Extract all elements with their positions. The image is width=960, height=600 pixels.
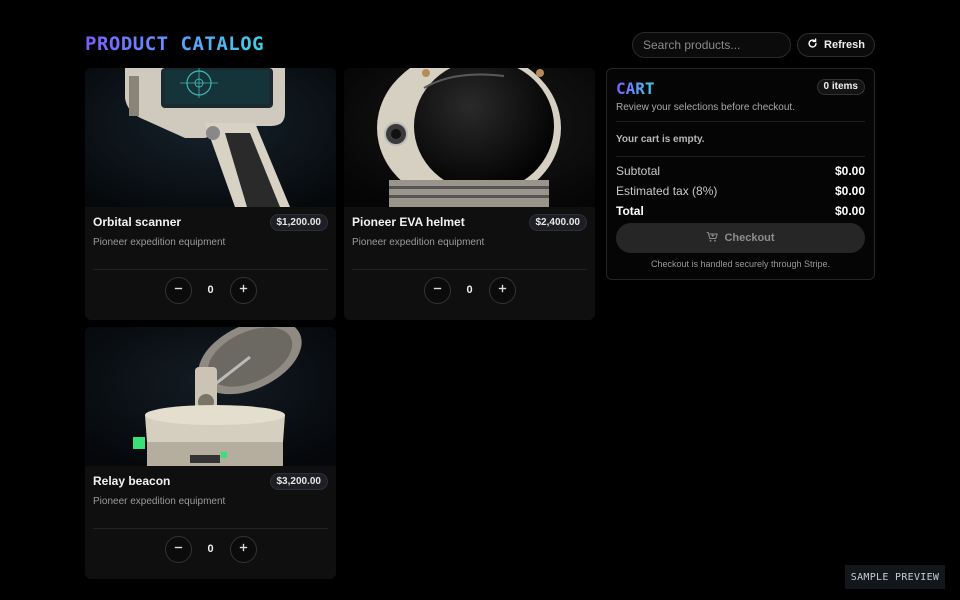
product-description: Pioneer expedition equipment	[352, 237, 485, 248]
product-name: Relay beacon	[93, 474, 171, 488]
total-label: Total	[616, 204, 644, 218]
product-image-relay-beacon	[85, 327, 336, 466]
product-card: Orbital scanner $1,200.00 Pioneer expedi…	[85, 68, 336, 320]
product-name: Pioneer EVA helmet	[352, 215, 465, 229]
price-badge: $1,200.00	[269, 214, 328, 231]
tax-value: $0.00	[834, 184, 865, 198]
search-input[interactable]	[632, 32, 791, 58]
quantity-value: 0	[207, 284, 214, 296]
quantity-stepper: 0	[85, 535, 336, 563]
divider	[93, 269, 328, 270]
plus-icon	[238, 281, 249, 299]
subtotal-row: Subtotal $0.00	[616, 164, 865, 178]
divider	[352, 269, 587, 270]
divider	[616, 121, 865, 122]
cart-items-badge: 0 items	[816, 79, 865, 95]
cart-panel: CART 0 items Review your selections befo…	[606, 68, 875, 280]
decrease-button[interactable]	[164, 276, 192, 304]
increase-button[interactable]	[229, 535, 257, 563]
checkout-note: Checkout is handled securely through Str…	[650, 259, 831, 269]
tax-row: Estimated tax (8%) $0.00	[616, 184, 865, 198]
subtotal-label: Subtotal	[616, 164, 661, 178]
refresh-button[interactable]: Refresh	[797, 33, 875, 57]
quantity-stepper: 0	[85, 276, 336, 304]
quantity-stepper: 0	[344, 276, 595, 304]
total-value: $0.00	[834, 204, 865, 218]
refresh-icon	[807, 38, 818, 52]
product-description: Pioneer expedition equipment	[93, 237, 226, 248]
refresh-label: Refresh	[824, 39, 865, 51]
cart-icon	[706, 231, 719, 246]
cart-subtitle: Review your selections before checkout.	[616, 102, 795, 113]
quantity-value: 0	[466, 284, 473, 296]
checkout-label: Checkout	[724, 232, 775, 244]
price-badge: $2,400.00	[528, 214, 587, 231]
product-card: Pioneer EVA helmet $2,400.00 Pioneer exp…	[344, 68, 595, 320]
total-row: Total $0.00	[616, 204, 865, 218]
minus-icon	[432, 281, 443, 299]
minus-icon	[173, 540, 184, 558]
decrease-button[interactable]	[164, 535, 192, 563]
plus-icon	[497, 281, 508, 299]
product-card: Relay beacon $3,200.00 Pioneer expeditio…	[85, 327, 336, 579]
tax-label: Estimated tax (8%)	[616, 184, 718, 198]
increase-button[interactable]	[229, 276, 257, 304]
product-name: Orbital scanner	[93, 215, 182, 229]
sample-preview-badge: SAMPLE PREVIEW	[845, 565, 945, 589]
page-title: PRODUCT CATALOG	[85, 33, 265, 55]
increase-button[interactable]	[488, 276, 516, 304]
product-description: Pioneer expedition equipment	[93, 496, 226, 507]
minus-icon	[173, 281, 184, 299]
cart-empty-message: Your cart is empty.	[616, 134, 705, 145]
product-image-orbital-scanner	[85, 68, 336, 207]
product-image-eva-helmet	[344, 68, 595, 207]
checkout-button[interactable]: Checkout	[616, 223, 865, 253]
divider	[93, 528, 328, 529]
plus-icon	[238, 540, 249, 558]
decrease-button[interactable]	[423, 276, 451, 304]
cart-title: CART	[616, 79, 655, 98]
quantity-value: 0	[207, 543, 214, 555]
divider	[616, 156, 865, 157]
price-badge: $3,200.00	[269, 473, 328, 490]
subtotal-value: $0.00	[834, 164, 865, 178]
